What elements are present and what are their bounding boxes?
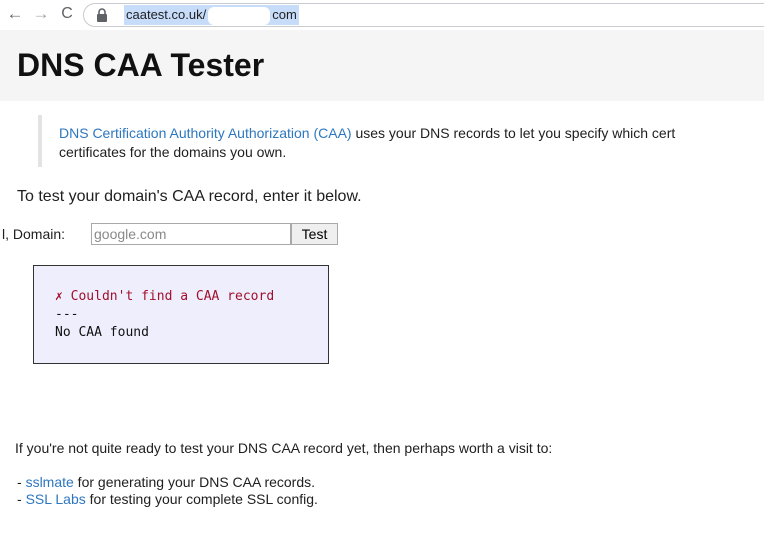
caa-info-link[interactable]: DNS Certification Authority Authorizatio… — [59, 125, 352, 141]
page-title: DNS CAA Tester — [17, 47, 265, 83]
browser-toolbar: ← → C caatest.co.uk/com — [0, 0, 764, 30]
result-detail: No CAA found — [55, 325, 149, 340]
url-text[interactable]: caatest.co.uk/com — [124, 5, 299, 25]
resource-desc: for testing your complete SSL config. — [85, 491, 318, 507]
test-prompt: To test your domain's CAA record, enter … — [17, 188, 362, 205]
redacted-url-segment — [208, 6, 271, 25]
page-header: DNS CAA Tester — [0, 30, 764, 101]
url-prefix: caatest.co.uk/ — [126, 7, 207, 22]
result-error: ✗ Couldn't find a CAA record — [55, 289, 275, 304]
result-separator: --- — [55, 307, 79, 322]
forward-arrow-icon[interactable]: → — [31, 3, 51, 25]
intro-line-1: uses your DNS records to let you specify… — [351, 125, 676, 141]
resource-desc: for generating your DNS CAA records. — [73, 474, 316, 490]
sslmate-link[interactable]: sslmate — [26, 474, 74, 490]
address-bar[interactable]: caatest.co.uk/com — [83, 3, 764, 27]
bullet-dash: - — [17, 474, 26, 490]
back-arrow-icon[interactable]: ← — [5, 3, 25, 25]
intro-line-2: certificates for the domains you own. — [59, 144, 287, 160]
domain-label: l, Domain: — [2, 226, 66, 242]
bullet-dash: - — [17, 491, 26, 507]
domain-input[interactable] — [91, 223, 291, 245]
intro-blockquote: DNS Certification Authority Authorizatio… — [38, 115, 764, 167]
list-item: - SSL Labs for testing your complete SSL… — [17, 491, 318, 508]
test-button[interactable]: Test — [291, 223, 338, 245]
visit-suggestion: If you're not quite ready to test your D… — [15, 440, 553, 456]
url-suffix: com — [272, 7, 297, 22]
result-output: ✗ Couldn't find a CAA record --- No CAA … — [55, 288, 274, 342]
list-item: - sslmate for generating your DNS CAA re… — [17, 474, 318, 491]
intro-text: DNS Certification Authority Authorizatio… — [59, 124, 764, 162]
resource-list: - sslmate for generating your DNS CAA re… — [17, 474, 318, 508]
result-box: ✗ Couldn't find a CAA record --- No CAA … — [33, 265, 329, 364]
ssl-labs-link[interactable]: SSL Labs — [26, 491, 86, 507]
reload-icon[interactable]: C — [57, 3, 77, 25]
lock-icon — [97, 8, 107, 22]
